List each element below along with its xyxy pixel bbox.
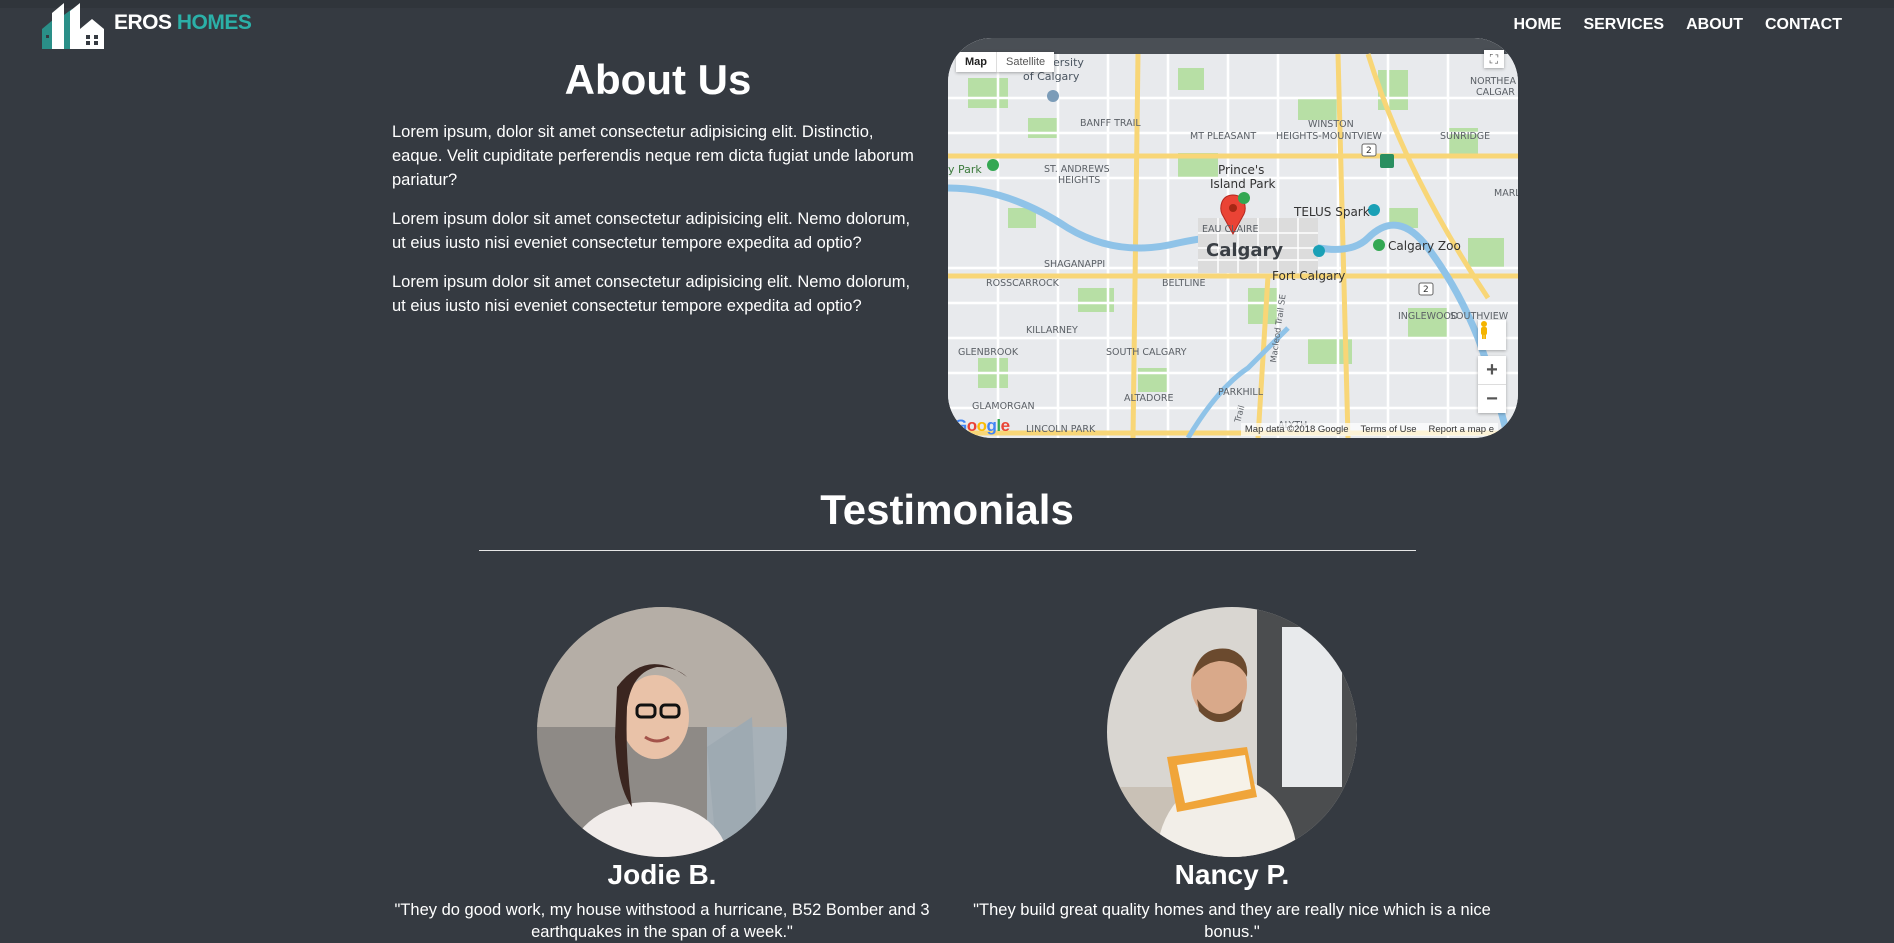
map-data-credit: Map data ©2018 Google: [1244, 424, 1349, 435]
map-label-eau-claire: EAU CLAIRE: [1202, 224, 1259, 235]
map-label-y-park: y Park: [948, 163, 982, 176]
testimonials-divider: [479, 550, 1416, 551]
map-label-glamorgan: GLAMORGAN: [972, 401, 1035, 412]
main-nav: HOME SERVICES ABOUT CONTACT: [1513, 16, 1842, 34]
nav-services[interactable]: SERVICES: [1583, 16, 1664, 34]
fullscreen-icon[interactable]: ⛶: [1484, 50, 1504, 68]
map-label-beltline: BELTLINE: [1162, 278, 1206, 289]
map-label-marl: MARL: [1494, 188, 1518, 199]
about-title: About Us: [564, 56, 752, 103]
zoom-out-icon[interactable]: −: [1478, 385, 1506, 413]
nav-about[interactable]: ABOUT: [1686, 16, 1743, 34]
testimonial-name: Jodie B.: [607, 859, 717, 890]
logo[interactable]: EROS HOMES: [40, 0, 252, 52]
about-text: Lorem ipsum, dolor sit amet consectetur …: [392, 120, 924, 333]
map-label-banff-trail: BANFF TRAIL: [1080, 118, 1141, 129]
pegman-icon[interactable]: [1478, 320, 1506, 350]
nav-contact[interactable]: CONTACT: [1765, 16, 1842, 34]
map-label-altadore: ALTADORE: [1124, 393, 1173, 404]
map-label-calgary-edge: CALGAR: [1476, 87, 1515, 98]
logo-houses-icon: [42, 3, 104, 49]
about-paragraph-1: Lorem ipsum, dolor sit amet consectetur …: [392, 123, 914, 189]
google-letter: e: [1000, 416, 1010, 435]
nav-home[interactable]: HOME: [1513, 16, 1561, 34]
route-shield-1: 2: [1366, 146, 1372, 156]
map-label-south-calgary: SOUTH CALGARY: [1106, 347, 1187, 358]
zoom-in-icon[interactable]: +: [1478, 356, 1506, 384]
testimonial-quote: "They build great quality homes and they…: [973, 901, 1491, 941]
brand-part-2: HOMES: [176, 11, 252, 34]
map-label-mt-pleasant: MT PLEASANT: [1190, 131, 1256, 142]
map-label-city: Calgary: [1206, 240, 1283, 261]
google-letter: g: [986, 416, 997, 435]
map-attribution: Map data ©2018 Google Terms of Use Repor…: [1240, 423, 1498, 436]
map-label-sunridge: SUNRIDGE: [1440, 131, 1490, 142]
map-label-island-park: Island Park: [1210, 177, 1276, 191]
map-type-toggle: Map Satellite: [956, 52, 1055, 72]
testimonials-title: Testimonials: [820, 486, 1074, 533]
google-logo[interactable]: Google: [954, 416, 1010, 436]
satellite-tab[interactable]: Satellite: [996, 52, 1054, 72]
brand-part-1: EROS: [114, 11, 172, 34]
embedded-map[interactable]: 2 2 ersity of Calgary NORTHEA CALGAR BAN…: [948, 38, 1518, 438]
map-canvas[interactable]: 2 2 ersity of Calgary NORTHEA CALGAR BAN…: [948, 38, 1518, 438]
map-label-parkhill: PARKHILL: [1218, 387, 1264, 398]
google-letter: o: [976, 416, 987, 435]
route-shield-2: 2: [1423, 285, 1429, 295]
header-bar: [0, 0, 1894, 8]
google-letter: G: [954, 416, 967, 435]
avatar-photo-jodie: [537, 607, 787, 857]
map-label-northeast: NORTHEA: [1470, 76, 1516, 87]
map-label-university: ersity: [1053, 56, 1084, 69]
google-letter: o: [966, 416, 977, 435]
map-label-lincoln-park: LINCOLN PARK: [1026, 424, 1096, 435]
testimonial-name: Nancy P.: [1174, 859, 1290, 890]
avatar-photo-nancy: [1107, 607, 1357, 857]
report-map-error-link[interactable]: Report a map e: [1429, 424, 1494, 435]
map-label-st-andrews: ST. ANDREWS: [1044, 164, 1110, 175]
terms-of-use-link[interactable]: Terms of Use: [1361, 424, 1417, 435]
brand-name: EROS HOMES: [114, 11, 252, 35]
zoom-control: + −: [1478, 356, 1506, 413]
pegman-figure-icon: [1481, 321, 1487, 339]
map-label-winston: WINSTON: [1308, 119, 1354, 130]
avatar: [537, 607, 787, 857]
map-label-princes: Prince's: [1218, 163, 1264, 177]
avatar: [1107, 607, 1357, 857]
map-label-glenbrook: GLENBROOK: [958, 347, 1019, 358]
testimonial-quote: "They do good work, my house withstood a…: [394, 901, 930, 941]
testimonial-card: Jodie B. "They do good work, my house wi…: [392, 607, 932, 943]
map-label-calgary-zoo: Calgary Zoo: [1388, 239, 1461, 253]
about-paragraph-3: Lorem ipsum dolor sit amet consectetur a…: [392, 273, 911, 315]
map-label-heights-mountview: HEIGHTS-MOUNTVIEW: [1276, 131, 1383, 142]
map-label-heights: HEIGHTS: [1058, 175, 1100, 186]
map-label-telus-spark: TELUS Spark: [1293, 205, 1370, 219]
map-label-fort-calgary: Fort Calgary: [1272, 269, 1345, 283]
about-paragraph-2: Lorem ipsum dolor sit amet consectetur a…: [392, 210, 911, 252]
testimonial-card: Nancy P. "They build great quality homes…: [962, 607, 1502, 943]
map-tab[interactable]: Map: [956, 52, 996, 72]
map-label-shaganappi: SHAGANAPPI: [1044, 259, 1105, 270]
map-label-rosscarrock: ROSSCARROCK: [986, 278, 1060, 289]
map-label-killarney: KILLARNEY: [1026, 325, 1078, 336]
